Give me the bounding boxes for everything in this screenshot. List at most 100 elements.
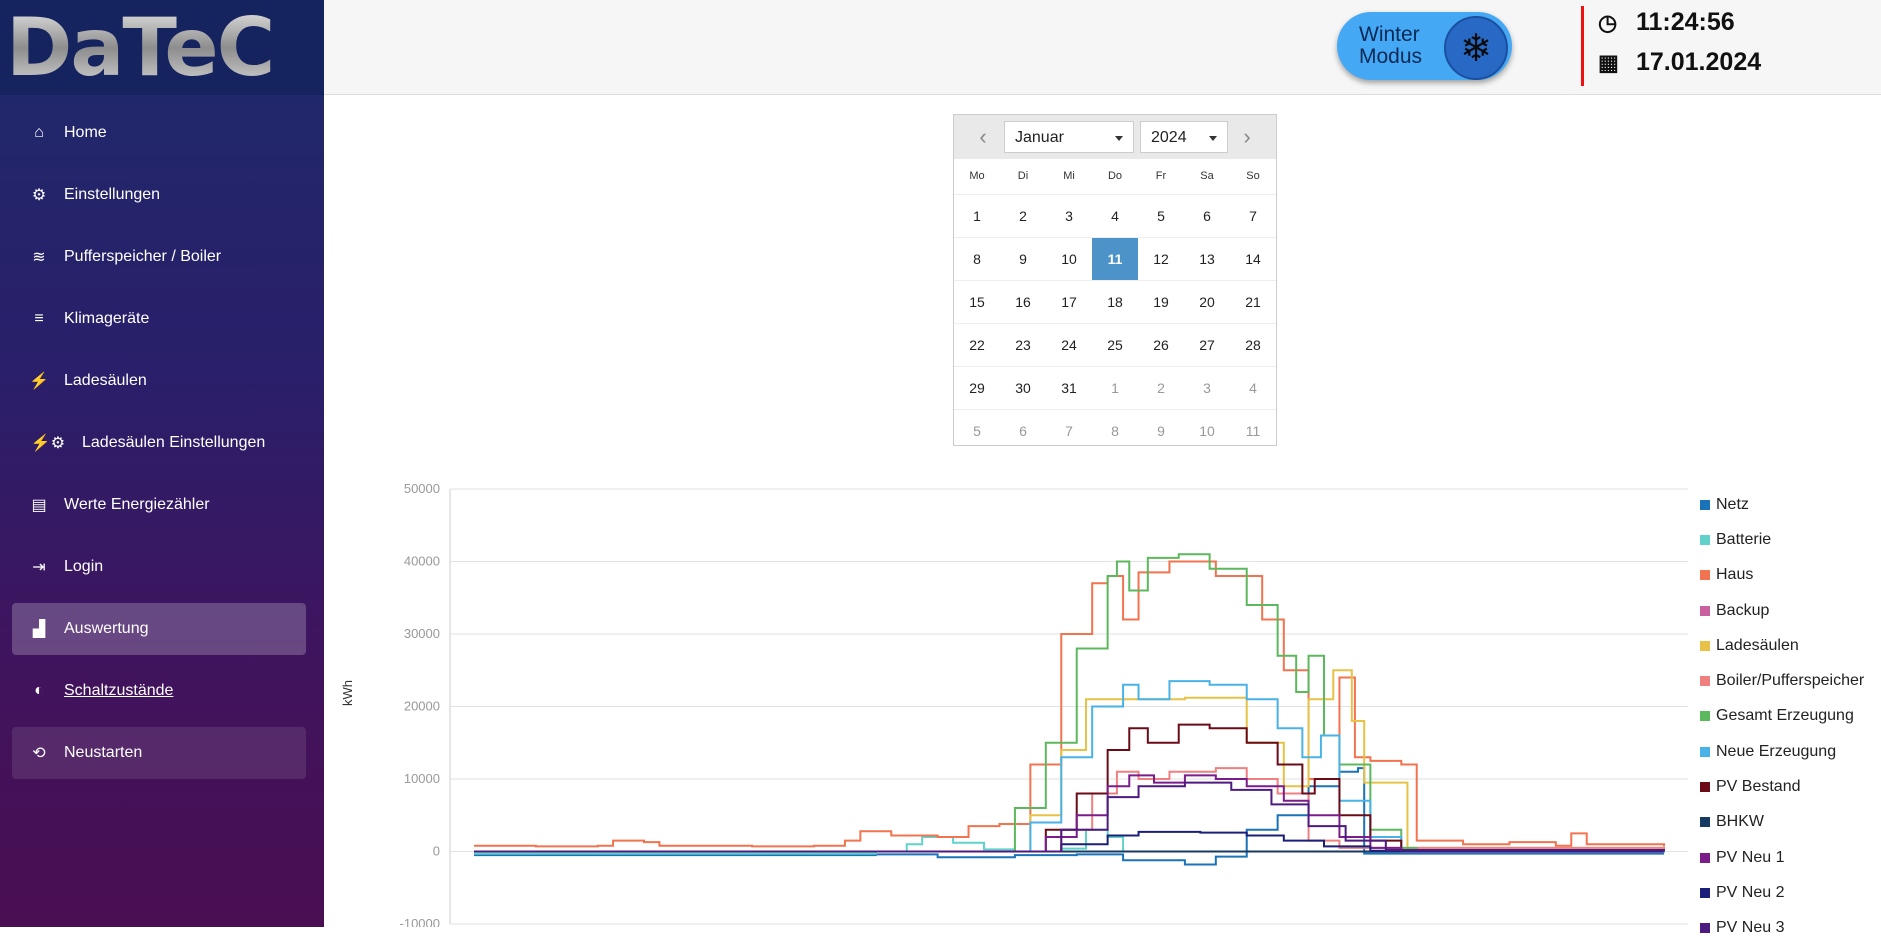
calendar-day[interactable]: 1 <box>954 194 1000 237</box>
legend-swatch <box>1700 676 1710 687</box>
legend-item[interactable]: Neue Erzeugung <box>1700 734 1864 769</box>
sidebar-item-schaltzustände[interactable]: ◐ Schaltzustände <box>12 665 306 717</box>
calendar-day[interactable]: 11 <box>1230 409 1276 452</box>
legend-item[interactable]: Boiler/Pufferspeicher <box>1700 663 1864 698</box>
calendar-day[interactable]: 26 <box>1138 323 1184 366</box>
series-line <box>474 560 1665 848</box>
calendar-day[interactable]: 19 <box>1138 280 1184 323</box>
sidebar-item-neustarten[interactable]: ⟲ Neustarten <box>12 727 306 779</box>
toggle-icon: ◐ <box>34 682 44 699</box>
next-month-button[interactable]: › <box>1232 121 1262 153</box>
calendar-day[interactable]: 11 <box>1092 237 1138 280</box>
sidebar-item-label: Home <box>64 124 107 141</box>
calendar-day[interactable]: 17 <box>1046 280 1092 323</box>
series-line <box>474 767 1664 866</box>
legend-item[interactable]: Netz <box>1700 487 1864 522</box>
legend-item[interactable]: PV Neu 2 <box>1700 875 1864 910</box>
legend-item[interactable]: Haus <box>1700 558 1864 593</box>
legend-item[interactable]: Backup <box>1700 593 1864 628</box>
year-select[interactable]: 2024 <box>1140 121 1228 153</box>
calendar-day[interactable]: 20 <box>1184 280 1230 323</box>
calendar-day[interactable]: 23 <box>1000 323 1046 366</box>
calendar-day[interactable]: 9 <box>1138 409 1184 452</box>
sidebar-item-einstellungen[interactable]: ⚙ Einstellungen <box>12 169 306 221</box>
sidebar-item-ladesäulen[interactable]: ⚡ Ladesäulen <box>12 355 306 407</box>
calendar-day[interactable]: 25 <box>1092 323 1138 366</box>
restart-icon: ⟲ <box>32 745 46 762</box>
legend-swatch <box>1700 605 1710 616</box>
logo: DaTeC <box>0 0 324 95</box>
calendar-day[interactable]: 30 <box>1000 366 1046 409</box>
meter-icon: ▤ <box>31 497 47 514</box>
legend-item[interactable]: PV Neu 1 <box>1700 840 1864 875</box>
series-line <box>474 830 1665 853</box>
legend-item[interactable]: Gesamt Erzeugung <box>1700 699 1864 734</box>
month-select[interactable]: Januar <box>1004 121 1134 153</box>
chart-legend: Netz Batterie Haus Backup Ladesäulen Boiler/P… <box>1700 487 1864 946</box>
calendar-day[interactable]: 10 <box>1184 409 1230 452</box>
calendar-day[interactable]: 3 <box>1184 366 1230 409</box>
calendar-day[interactable]: 4 <box>1230 366 1276 409</box>
winter-mode-label: Winter Modus <box>1359 23 1423 68</box>
calendar-day[interactable]: 7 <box>1046 409 1092 452</box>
calendar-day[interactable]: 6 <box>1184 194 1230 237</box>
calendar-day[interactable]: 3 <box>1046 194 1092 237</box>
calendar-day[interactable]: 5 <box>954 409 1000 452</box>
calendar-day[interactable]: 1 <box>1092 366 1138 409</box>
legend-item[interactable]: Ladesäulen <box>1700 628 1864 663</box>
sidebar-item-home[interactable]: ⌂ Home <box>12 107 306 159</box>
legend-item[interactable]: PV Neu 3 <box>1700 911 1864 946</box>
calendar-day[interactable]: 18 <box>1092 280 1138 323</box>
calendar-day[interactable]: 28 <box>1230 323 1276 366</box>
calendar-day[interactable]: 16 <box>1000 280 1046 323</box>
sidebar-item-auswertung[interactable]: ▟ Auswertung <box>12 603 306 655</box>
legend-item[interactable]: PV Bestand <box>1700 769 1864 804</box>
sidebar-item-werte-energiezähler[interactable]: ▤ Werte Energiezähler <box>12 479 306 531</box>
sidebar-item-login[interactable]: ⇥ Login <box>12 541 306 593</box>
calendar-day[interactable]: 14 <box>1230 237 1276 280</box>
series-line <box>474 774 1664 853</box>
legend-label: PV Bestand <box>1716 778 1801 796</box>
sidebar-item-label: Einstellungen <box>64 186 161 203</box>
calendar-day[interactable]: 22 <box>954 323 1000 366</box>
series-line <box>474 781 1665 853</box>
calendar-day[interactable]: 2 <box>1000 194 1046 237</box>
calendar-day[interactable]: 31 <box>1046 366 1092 409</box>
calendar-day[interactable]: 21 <box>1230 280 1276 323</box>
legend-swatch <box>1700 640 1710 651</box>
calendar-day[interactable]: 27 <box>1184 323 1230 366</box>
calendar-day[interactable]: 15 <box>954 280 1000 323</box>
calendar-day[interactable]: 7 <box>1230 194 1276 237</box>
legend-item[interactable]: Batterie <box>1700 522 1864 557</box>
legend-label: PV Neu 2 <box>1716 883 1785 901</box>
calendar-day[interactable]: 13 <box>1184 237 1230 280</box>
calendar-day[interactable]: 6 <box>1000 409 1046 452</box>
legend-swatch <box>1700 711 1710 722</box>
calendar-day[interactable]: 24 <box>1046 323 1092 366</box>
calendar-icon: ▦ <box>1598 49 1619 75</box>
calendar-day[interactable]: 2 <box>1138 366 1184 409</box>
y-tick-label: 40000 <box>404 554 440 569</box>
sidebar-item-label: Neustarten <box>64 744 143 761</box>
legend-swatch <box>1700 499 1710 510</box>
home-icon: ⌂ <box>34 124 44 141</box>
calendar-day[interactable]: 4 <box>1092 194 1138 237</box>
sidebar-item-klimageräte[interactable]: ≡ Klimageräte <box>12 293 306 345</box>
header-divider <box>1581 6 1584 86</box>
legend-item[interactable]: BHKW <box>1700 805 1864 840</box>
legend-swatch <box>1700 570 1710 581</box>
sidebar-item-pufferspeicher-boiler[interactable]: ≋ Pufferspeicher / Boiler <box>12 231 306 283</box>
calendar-day[interactable]: 5 <box>1138 194 1184 237</box>
prev-month-button[interactable]: ‹ <box>968 121 998 153</box>
sidebar-item-ladesäulen-einstellungen[interactable]: ⚡⚙ Ladesäulen Einstellungen <box>12 417 306 469</box>
calendar-day[interactable]: 8 <box>1092 409 1138 452</box>
sidebar-item-label: Schaltzustände <box>64 682 174 699</box>
calendar-day[interactable]: 9 <box>1000 237 1046 280</box>
calendar-day[interactable]: 12 <box>1138 237 1184 280</box>
calendar-day[interactable]: 29 <box>954 366 1000 409</box>
winter-mode-toggle[interactable]: Winter Modus ❄ <box>1337 12 1512 80</box>
weekday-header: Fr <box>1155 170 1167 182</box>
calendar-day[interactable]: 10 <box>1046 237 1092 280</box>
weekday-header: Sa <box>1200 170 1214 182</box>
calendar-day[interactable]: 8 <box>954 237 1000 280</box>
